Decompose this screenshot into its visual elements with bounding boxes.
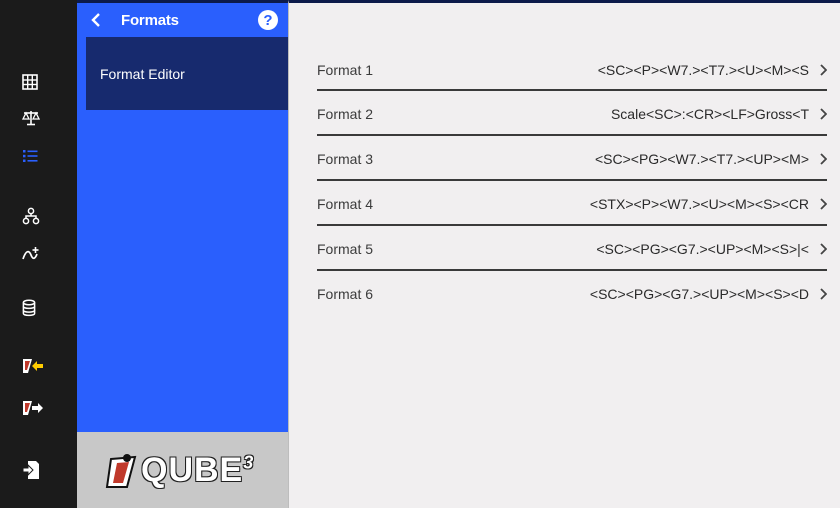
help-icon[interactable]: ? (258, 10, 278, 30)
format-value: <SC><PG><G7.><UP><M><S>|< (596, 241, 809, 257)
format-label: Format 2 (317, 106, 374, 122)
logo-superscript: 3 (243, 452, 255, 473)
format-value: <SC><PG><G7.><UP><M><S><D (589, 286, 809, 302)
format-label: Format 6 (317, 286, 374, 302)
rail-workflow[interactable] (0, 234, 77, 274)
rail-formats[interactable] (0, 136, 77, 176)
format-value: <SC><P><W7.><T7.><U><M><S (597, 62, 809, 78)
scale-icon (22, 110, 40, 126)
logo-text: QUBE3 (141, 453, 254, 487)
app-window: Formats ? Format Editor QUBE3 Format 1 <… (0, 0, 840, 508)
rail-logout[interactable] (0, 450, 77, 490)
database-icon (22, 299, 36, 317)
list-icon (22, 149, 38, 163)
logo-area: QUBE3 (77, 432, 288, 508)
rail-scale[interactable] (0, 98, 77, 138)
format-label: Format 5 (317, 241, 374, 257)
row-divider (317, 89, 827, 91)
formats-panel: Formats ? Format Editor (77, 0, 288, 432)
import-icon (22, 358, 44, 374)
rail-grid[interactable] (0, 62, 77, 102)
icon-rail (0, 0, 77, 508)
logout-icon (22, 460, 40, 480)
panel-header: Formats ? (77, 3, 288, 37)
menu-item-format-editor[interactable]: Format Editor (86, 37, 288, 110)
chevron-right-icon (813, 243, 827, 255)
format-row[interactable]: Format 1 <SC><P><W7.><T7.><U><M><S (317, 48, 827, 92)
format-list: Format 1 <SC><P><W7.><T7.><U><M><S Forma… (288, 0, 840, 508)
format-label: Format 3 (317, 151, 374, 167)
format-label: Format 4 (317, 196, 374, 212)
format-value: Scale<SC>:<CR><LF>Gross<T (610, 106, 809, 122)
logo-i-mark (105, 453, 137, 488)
rail-import[interactable] (0, 346, 77, 386)
chevron-right-icon (813, 153, 827, 165)
format-row[interactable]: Format 2 Scale<SC>:<CR><LF>Gross<T (317, 92, 827, 136)
format-row[interactable]: Format 5 <SC><PG><G7.><UP><M><S>|< (317, 227, 827, 271)
grid-icon (22, 74, 38, 90)
back-button[interactable] (87, 11, 105, 29)
format-row[interactable]: Format 4 <STX><P><W7.><U><M><S><CR (317, 182, 827, 226)
hierarchy-icon (22, 207, 40, 225)
workflow-icon (22, 246, 40, 262)
chevron-left-icon (91, 13, 100, 27)
row-divider (317, 269, 827, 271)
format-row[interactable]: Format 6 <SC><PG><G7.><UP><M><S><D (317, 272, 827, 316)
rail-database[interactable] (0, 288, 77, 328)
logo-word: QUBE (141, 451, 244, 489)
chevron-right-icon (813, 108, 827, 120)
chevron-right-icon (813, 64, 827, 76)
chevron-right-icon (813, 198, 827, 210)
rail-hierarchy[interactable] (0, 196, 77, 236)
panel-title: Formats (121, 11, 179, 29)
row-divider (317, 224, 827, 226)
rail-export[interactable] (0, 388, 77, 428)
row-divider (317, 179, 827, 181)
row-divider (317, 134, 827, 136)
chevron-right-icon (813, 288, 827, 300)
export-icon (22, 400, 44, 416)
format-value: <STX><P><W7.><U><M><S><CR (589, 196, 809, 212)
format-label: Format 1 (317, 62, 374, 78)
format-value: <SC><PG><W7.><T7.><UP><M> (594, 151, 809, 167)
format-row[interactable]: Format 3 <SC><PG><W7.><T7.><UP><M> (317, 137, 827, 181)
